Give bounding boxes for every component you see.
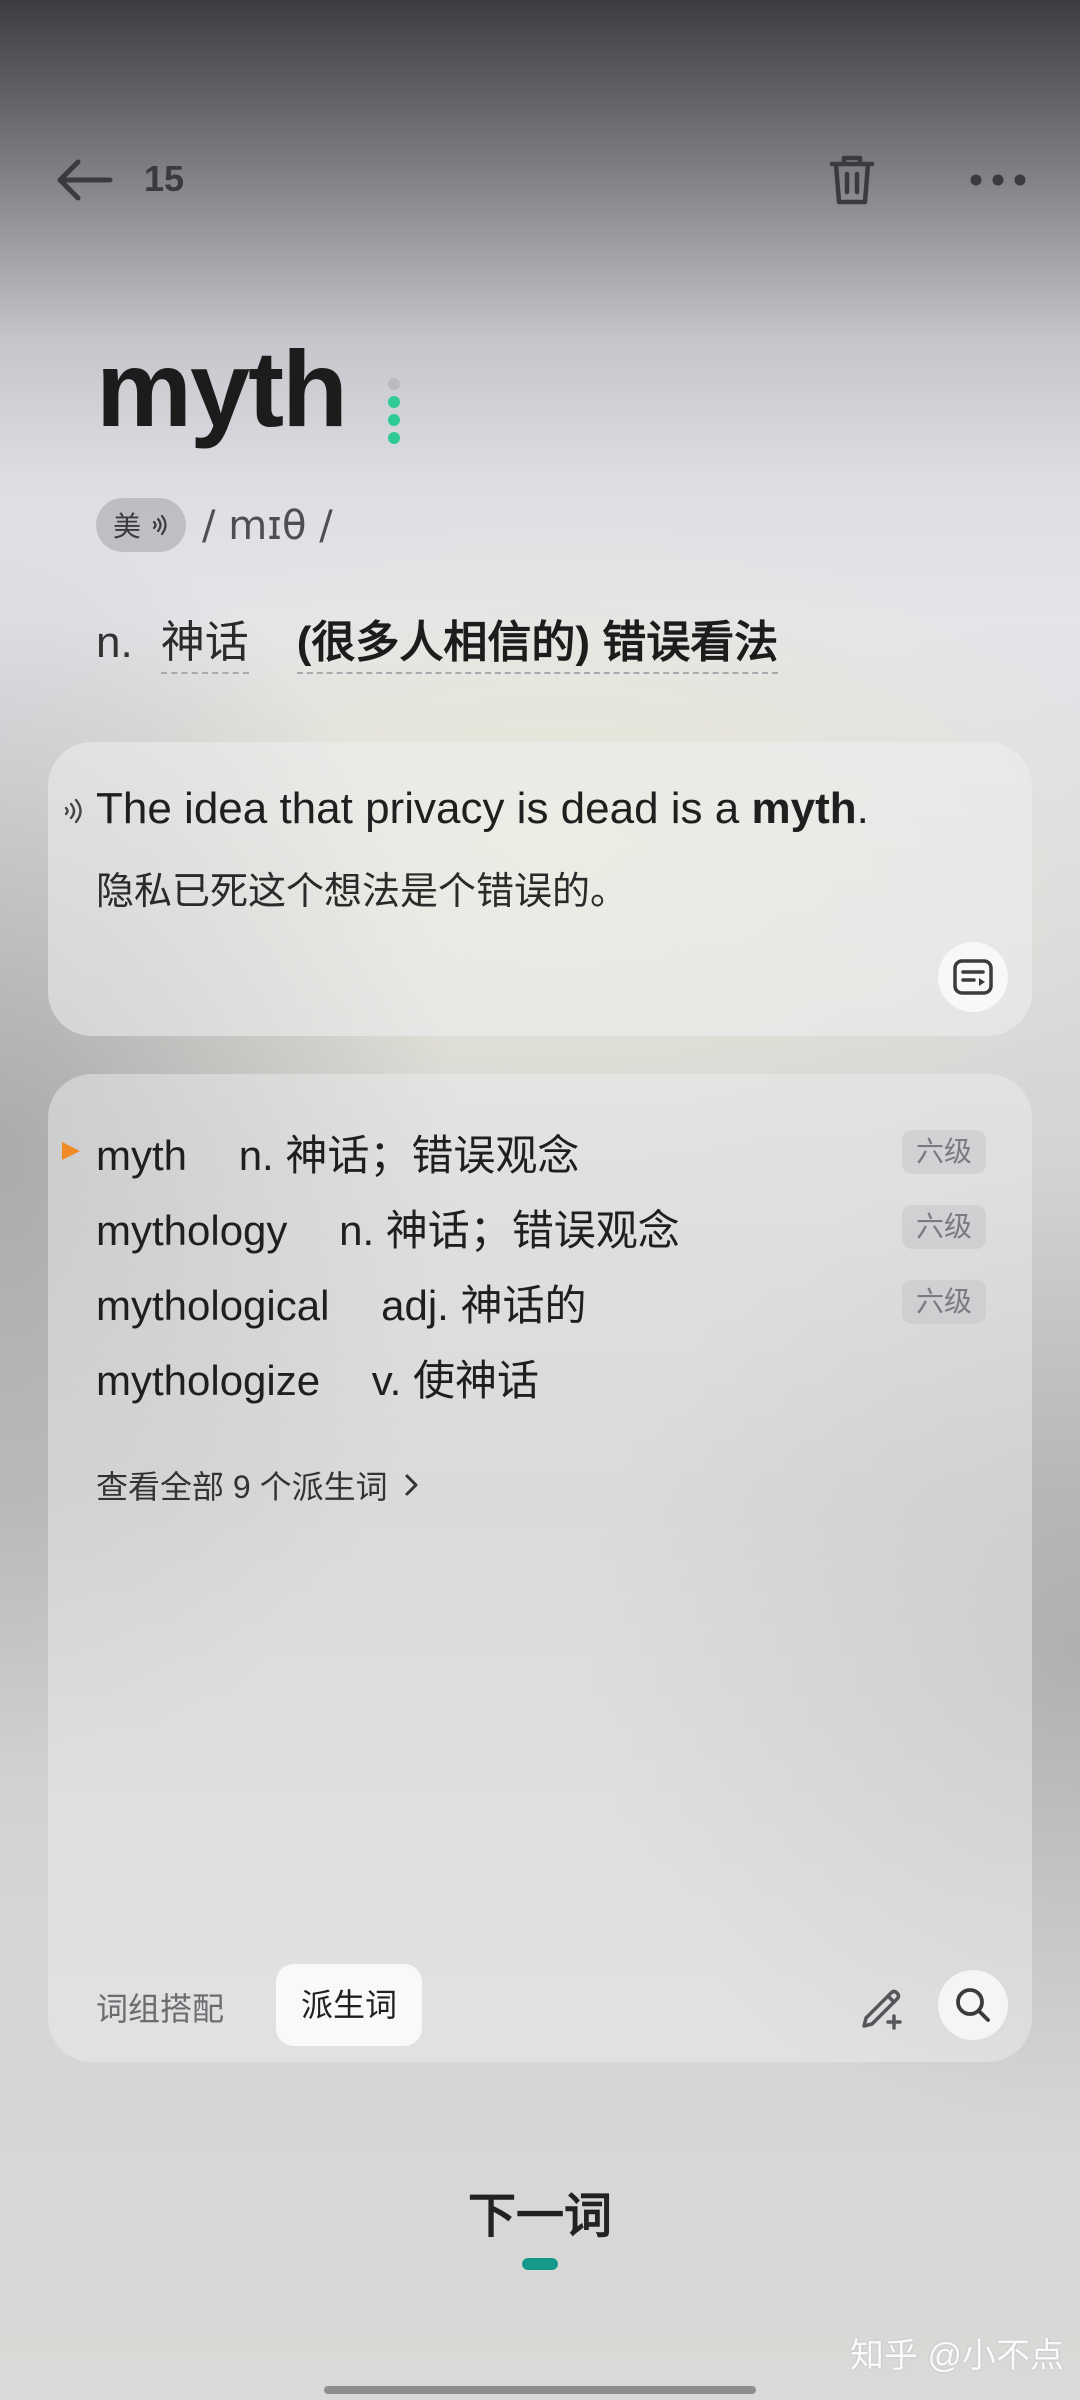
phonetic-text: / mɪθ / [202, 503, 333, 549]
card-tabs: 词组搭配 派生词 [48, 1962, 1032, 2046]
back-button[interactable] [52, 150, 116, 210]
sense-item[interactable]: (很多人相信的) 错误看法 [296, 606, 779, 674]
more-horizontal-icon [970, 174, 1026, 186]
view-all-derivatives-link[interactable]: 查看全部 9 个派生词 [96, 1462, 420, 1508]
chevron-right-icon [405, 1474, 418, 1496]
sense-item[interactable]: 神话 [160, 606, 249, 674]
word-count: 15 [144, 158, 185, 199]
trash-icon [829, 155, 875, 205]
arrow-left-icon [57, 159, 113, 201]
tab-phrases[interactable]: 词组搭配 [96, 1984, 224, 2030]
example-text: . [856, 784, 869, 833]
search-button[interactable] [938, 1970, 1008, 2040]
pronunciation-label: 美 [112, 511, 141, 542]
derivative-meaning: n. 神话；错误观念 [339, 1207, 680, 1254]
example-list-button[interactable] [938, 942, 1008, 1012]
next-word-button[interactable]: 下一词 [0, 2176, 1080, 2246]
derivative-row[interactable]: mythological adj. 神话的 六级 [96, 1272, 1032, 1342]
view-all-label: 查看全部 9 个派生词 [96, 1469, 388, 1505]
example-sentence-zh: 隐私已死这个想法是个错误的。 [96, 871, 629, 913]
home-indicator[interactable] [324, 2386, 756, 2394]
example-audio-button[interactable] [62, 798, 88, 824]
level-dot [388, 414, 400, 426]
level-tag: 六级 [902, 1280, 986, 1324]
level-dot [388, 432, 400, 444]
derivative-word: mythology [96, 1207, 288, 1254]
difficulty-level-dots [388, 378, 402, 450]
level-dot [388, 396, 400, 408]
derivative-word: mythological [96, 1282, 330, 1329]
level-tag: 六级 [902, 1205, 986, 1249]
pronunciation-button[interactable]: 美 [96, 498, 186, 552]
top-bar: 15 [0, 140, 1080, 220]
add-note-button[interactable] [854, 1978, 908, 2032]
delete-button[interactable] [820, 148, 884, 212]
example-sentence-en: The idea that privacy is dead is a myth. [96, 784, 869, 834]
more-button[interactable] [966, 148, 1030, 212]
part-of-speech: n. [96, 618, 133, 667]
speaker-icon [64, 798, 82, 824]
next-word-indicator [522, 2258, 558, 2270]
note-list-icon [953, 959, 993, 995]
search-icon [956, 1988, 990, 2022]
definition-line: n. 神话 (很多人相信的) 错误看法 [96, 606, 779, 674]
speaker-icon [152, 514, 167, 536]
watermark: 知乎 @小不点 [850, 2337, 1064, 2375]
derivatives-card: myth n. 神话；错误观念 六级 mythology n. 神话；错误观念 … [48, 1074, 1032, 2062]
example-text: The idea that privacy is dead is a [96, 784, 752, 833]
derivative-word: myth [96, 1132, 188, 1179]
derivative-word: mythologize [96, 1357, 321, 1404]
example-card: The idea that privacy is dead is a myth.… [48, 742, 1032, 1036]
example-highlight-word: myth [751, 784, 857, 833]
tab-derivatives[interactable]: 派生词 [276, 1964, 422, 2046]
pencil-plus-icon [862, 1989, 902, 2030]
derivative-meaning: n. 神话；错误观念 [238, 1132, 580, 1179]
current-word-marker [62, 1142, 80, 1160]
derivative-row[interactable]: mythology n. 神话；错误观念 六级 [96, 1197, 1032, 1267]
level-dot [388, 378, 400, 390]
derivative-meaning: v. 使神话 [371, 1357, 540, 1404]
headword: myth [96, 328, 348, 449]
derivative-meaning: adj. 神话的 [381, 1282, 587, 1329]
derivative-row[interactable]: myth n. 神话；错误观念 六级 [62, 1122, 1032, 1192]
derivative-row[interactable]: mythologize v. 使神话 [96, 1347, 1032, 1417]
level-tag: 六级 [902, 1130, 986, 1174]
